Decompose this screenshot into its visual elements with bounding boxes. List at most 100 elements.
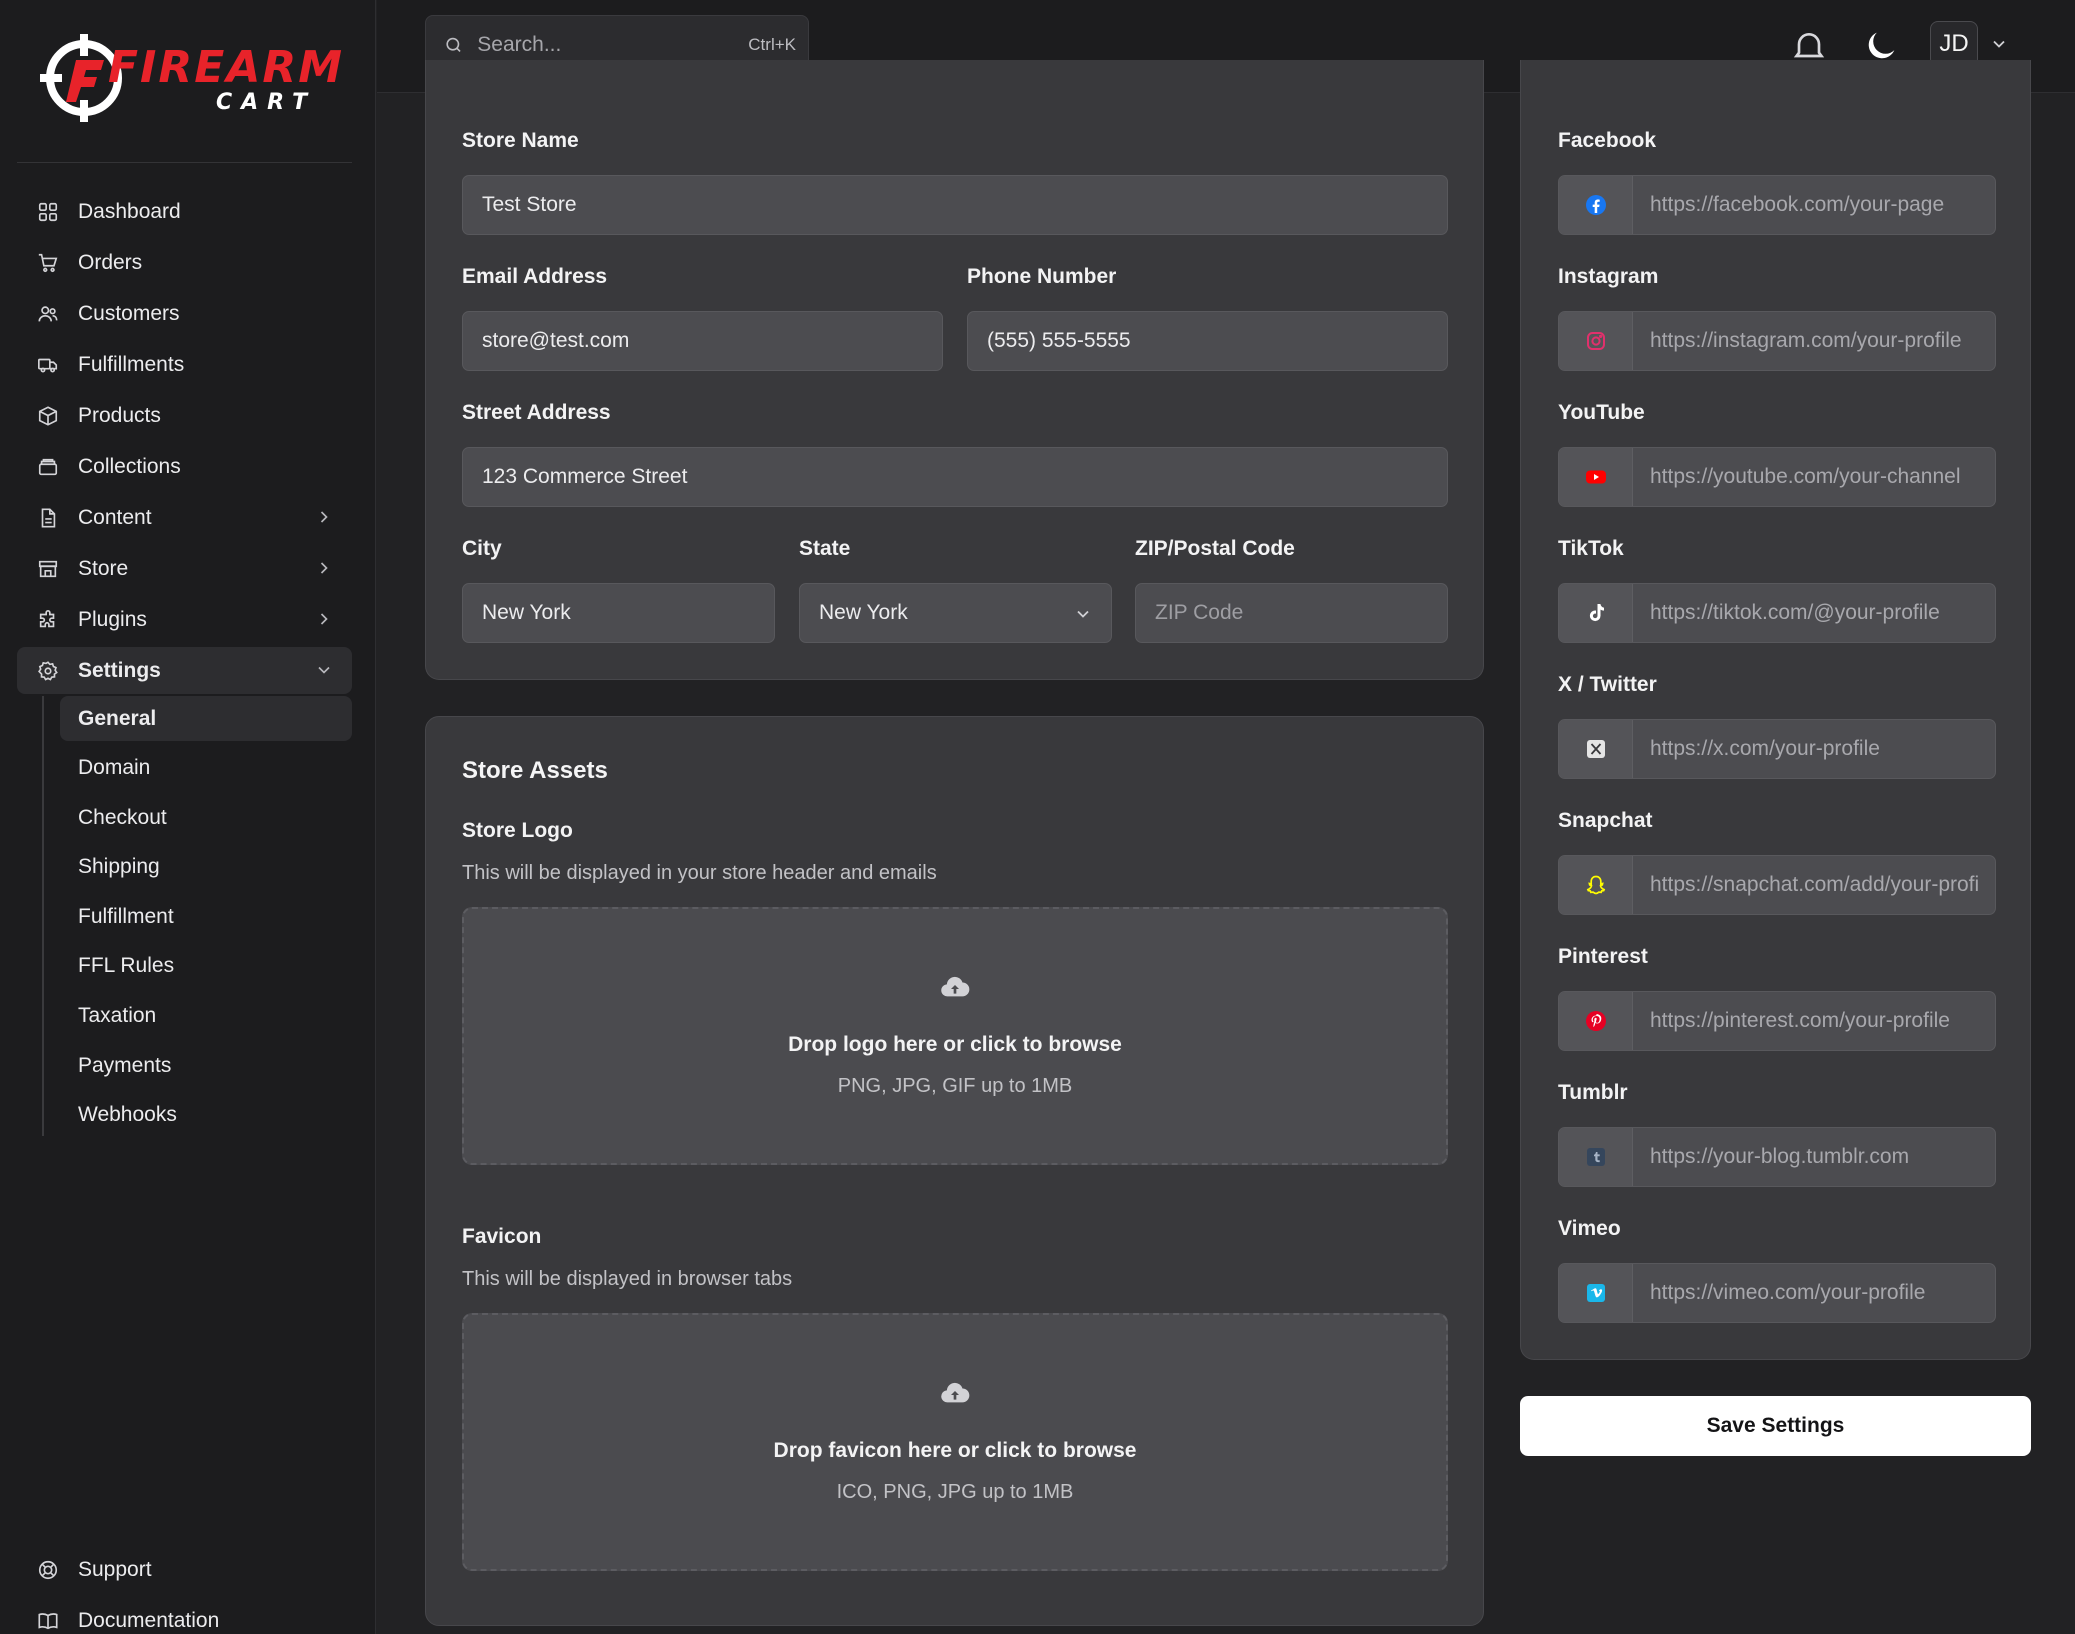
email-input[interactable]: store@test.com <box>462 311 943 371</box>
sidebar-item-dashboard[interactable]: Dashboard <box>17 188 352 235</box>
sidebar-item-customers[interactable]: Customers <box>17 290 352 337</box>
sidebar-item-label: Plugins <box>78 607 147 631</box>
instagram-label: Instagram <box>1558 265 1659 288</box>
vimeo-label: Vimeo <box>1558 1217 1621 1240</box>
tumblr-input[interactable]: https://your-blog.tumblr.com <box>1558 1127 1996 1187</box>
sidebar-item-content[interactable]: Content <box>17 494 352 541</box>
instagram-icon <box>1586 332 1605 350</box>
sidebar-nav: Dashboard Orders Customers Fulfillments … <box>17 188 352 698</box>
logo-dropzone-text: Drop logo here or click to browse <box>788 1033 1122 1056</box>
subnav-item-checkout[interactable]: Checkout <box>60 795 352 840</box>
phone-label: Phone Number <box>967 265 1117 288</box>
sidebar-item-settings[interactable]: Settings <box>17 647 352 694</box>
street-input[interactable]: 123 Commerce Street <box>462 447 1448 507</box>
facebook-input[interactable]: https://facebook.com/your-page <box>1558 175 1996 235</box>
favicon-label: Favicon <box>462 1225 542 1248</box>
facebook-label: Facebook <box>1558 129 1657 152</box>
email-label: Email Address <box>462 265 608 288</box>
favicon-description: This will be displayed in browser tabs <box>462 1268 793 1290</box>
subnav-item-webhooks[interactable]: Webhooks <box>60 1093 352 1138</box>
puzzle-icon <box>39 609 55 627</box>
sidebar-item-label: Support <box>78 1557 152 1581</box>
brand-logo[interactable]: FIREARM CART <box>38 30 342 126</box>
x-twitter-input[interactable]: https://x.com/your-profile <box>1558 719 1996 779</box>
facebook-icon <box>1585 195 1606 215</box>
sidebar-item-orders[interactable]: Orders <box>17 239 352 286</box>
sidebar-item-label: Orders <box>78 250 143 274</box>
tiktok-icon <box>1589 604 1604 622</box>
street-label: Street Address <box>462 401 611 424</box>
chevron-right-icon <box>320 562 328 574</box>
pinterest-placeholder: https://pinterest.com/your-profile <box>1650 1009 1950 1032</box>
sidebar-item-collections[interactable]: Collections <box>17 443 352 490</box>
state-select[interactable]: New York <box>799 583 1112 643</box>
gear-icon <box>38 660 58 681</box>
subnav-item-ffl-rules[interactable]: FFL Rules <box>60 944 352 989</box>
social-links-card: Facebook https://facebook.com/your-page … <box>1520 60 2031 1360</box>
sidebar-item-store[interactable]: Store <box>17 545 352 592</box>
snapchat-icon <box>1586 875 1605 895</box>
search-icon <box>446 37 461 52</box>
subnav-item-taxation[interactable]: Taxation <box>60 994 352 1039</box>
instagram-input[interactable]: https://instagram.com/your-profile <box>1558 311 1996 371</box>
cart-icon <box>38 253 58 272</box>
store-icon <box>38 560 58 577</box>
subnav-item-payments[interactable]: Payments <box>60 1043 352 1088</box>
subnav-item-shipping[interactable]: Shipping <box>60 845 352 890</box>
store-name-label: Store Name <box>462 129 579 152</box>
users-icon <box>38 305 58 321</box>
favicon-dropzone[interactable]: Drop favicon here or click to browse ICO… <box>462 1313 1448 1571</box>
chevron-down-icon <box>318 666 330 674</box>
snapchat-placeholder: https://snapchat.com/add/your-profile <box>1650 873 1979 896</box>
truck-icon <box>38 358 58 373</box>
facebook-placeholder: https://facebook.com/your-page <box>1650 193 1945 216</box>
sidebar-item-products[interactable]: Products <box>17 392 352 439</box>
sidebar-item-label: Settings <box>78 658 161 682</box>
sidebar-item-label: Store <box>78 556 129 580</box>
sidebar-item-label: Content <box>78 505 152 529</box>
vimeo-placeholder: https://vimeo.com/your-profile <box>1650 1281 1926 1304</box>
search-input[interactable] <box>477 33 749 57</box>
vimeo-icon <box>1586 1284 1605 1302</box>
vimeo-addon <box>1559 1264 1633 1322</box>
logo-dropzone-types: PNG, JPG, GIF up to 1MB <box>837 1075 1073 1097</box>
sidebar-item-plugins[interactable]: Plugins <box>17 596 352 643</box>
sidebar-item-fulfillments[interactable]: Fulfillments <box>17 341 352 388</box>
sidebar-item-label: Customers <box>78 301 180 325</box>
tiktok-label: TikTok <box>1558 537 1624 560</box>
sidebar-item-label: Documentation <box>78 1608 220 1632</box>
box-icon <box>38 405 58 426</box>
sidebar-item-label: Dashboard <box>78 199 181 223</box>
tiktok-input[interactable]: https://tiktok.com/@your-profile <box>1558 583 1996 643</box>
logo-dropzone[interactable]: Drop logo here or click to browse PNG, J… <box>462 907 1448 1165</box>
facebook-addon <box>1559 176 1633 234</box>
store-name-input[interactable]: Test Store <box>462 175 1448 235</box>
state-label: State <box>799 537 851 560</box>
store-info-card: Store Name Test Store Email Address stor… <box>425 60 1484 680</box>
save-settings-button[interactable]: Save Settings <box>1520 1396 2031 1456</box>
city-input[interactable]: New York <box>462 583 775 643</box>
cloud-upload-icon <box>941 1382 970 1403</box>
zip-input[interactable]: ZIP Code <box>1135 583 1448 643</box>
sidebar-item-documentation[interactable]: Documentation <box>17 1597 352 1634</box>
sidebar-item-label: Fulfillments <box>78 352 185 376</box>
subnav-item-domain[interactable]: Domain <box>60 746 352 791</box>
brand-name: FIREARM <box>108 42 345 93</box>
dashboard-icon <box>38 202 58 221</box>
sidebar-item-support[interactable]: Support <box>17 1546 352 1593</box>
sidebar-divider <box>17 162 352 163</box>
state-select-value: New York <box>819 601 908 624</box>
subnav-item-general[interactable]: General <box>60 696 352 741</box>
chevron-down-icon[interactable] <box>1989 34 2009 54</box>
chevron-right-icon <box>320 511 328 523</box>
search-shortcut: Ctrl+K <box>748 35 796 54</box>
pinterest-input[interactable]: https://pinterest.com/your-profile <box>1558 991 1996 1051</box>
phone-input[interactable]: (555) 555-5555 <box>967 311 1448 371</box>
vimeo-input[interactable]: https://vimeo.com/your-profile <box>1558 1263 1996 1323</box>
subnav-item-fulfillment[interactable]: Fulfillment <box>60 894 352 939</box>
tiktok-addon <box>1559 584 1633 642</box>
snapchat-input[interactable]: https://snapchat.com/add/your-profile <box>1558 855 1996 915</box>
x-twitter-placeholder: https://x.com/your-profile <box>1650 737 1880 760</box>
tumblr-label: Tumblr <box>1558 1081 1628 1104</box>
youtube-input[interactable]: https://youtube.com/your-channel <box>1558 447 1996 507</box>
